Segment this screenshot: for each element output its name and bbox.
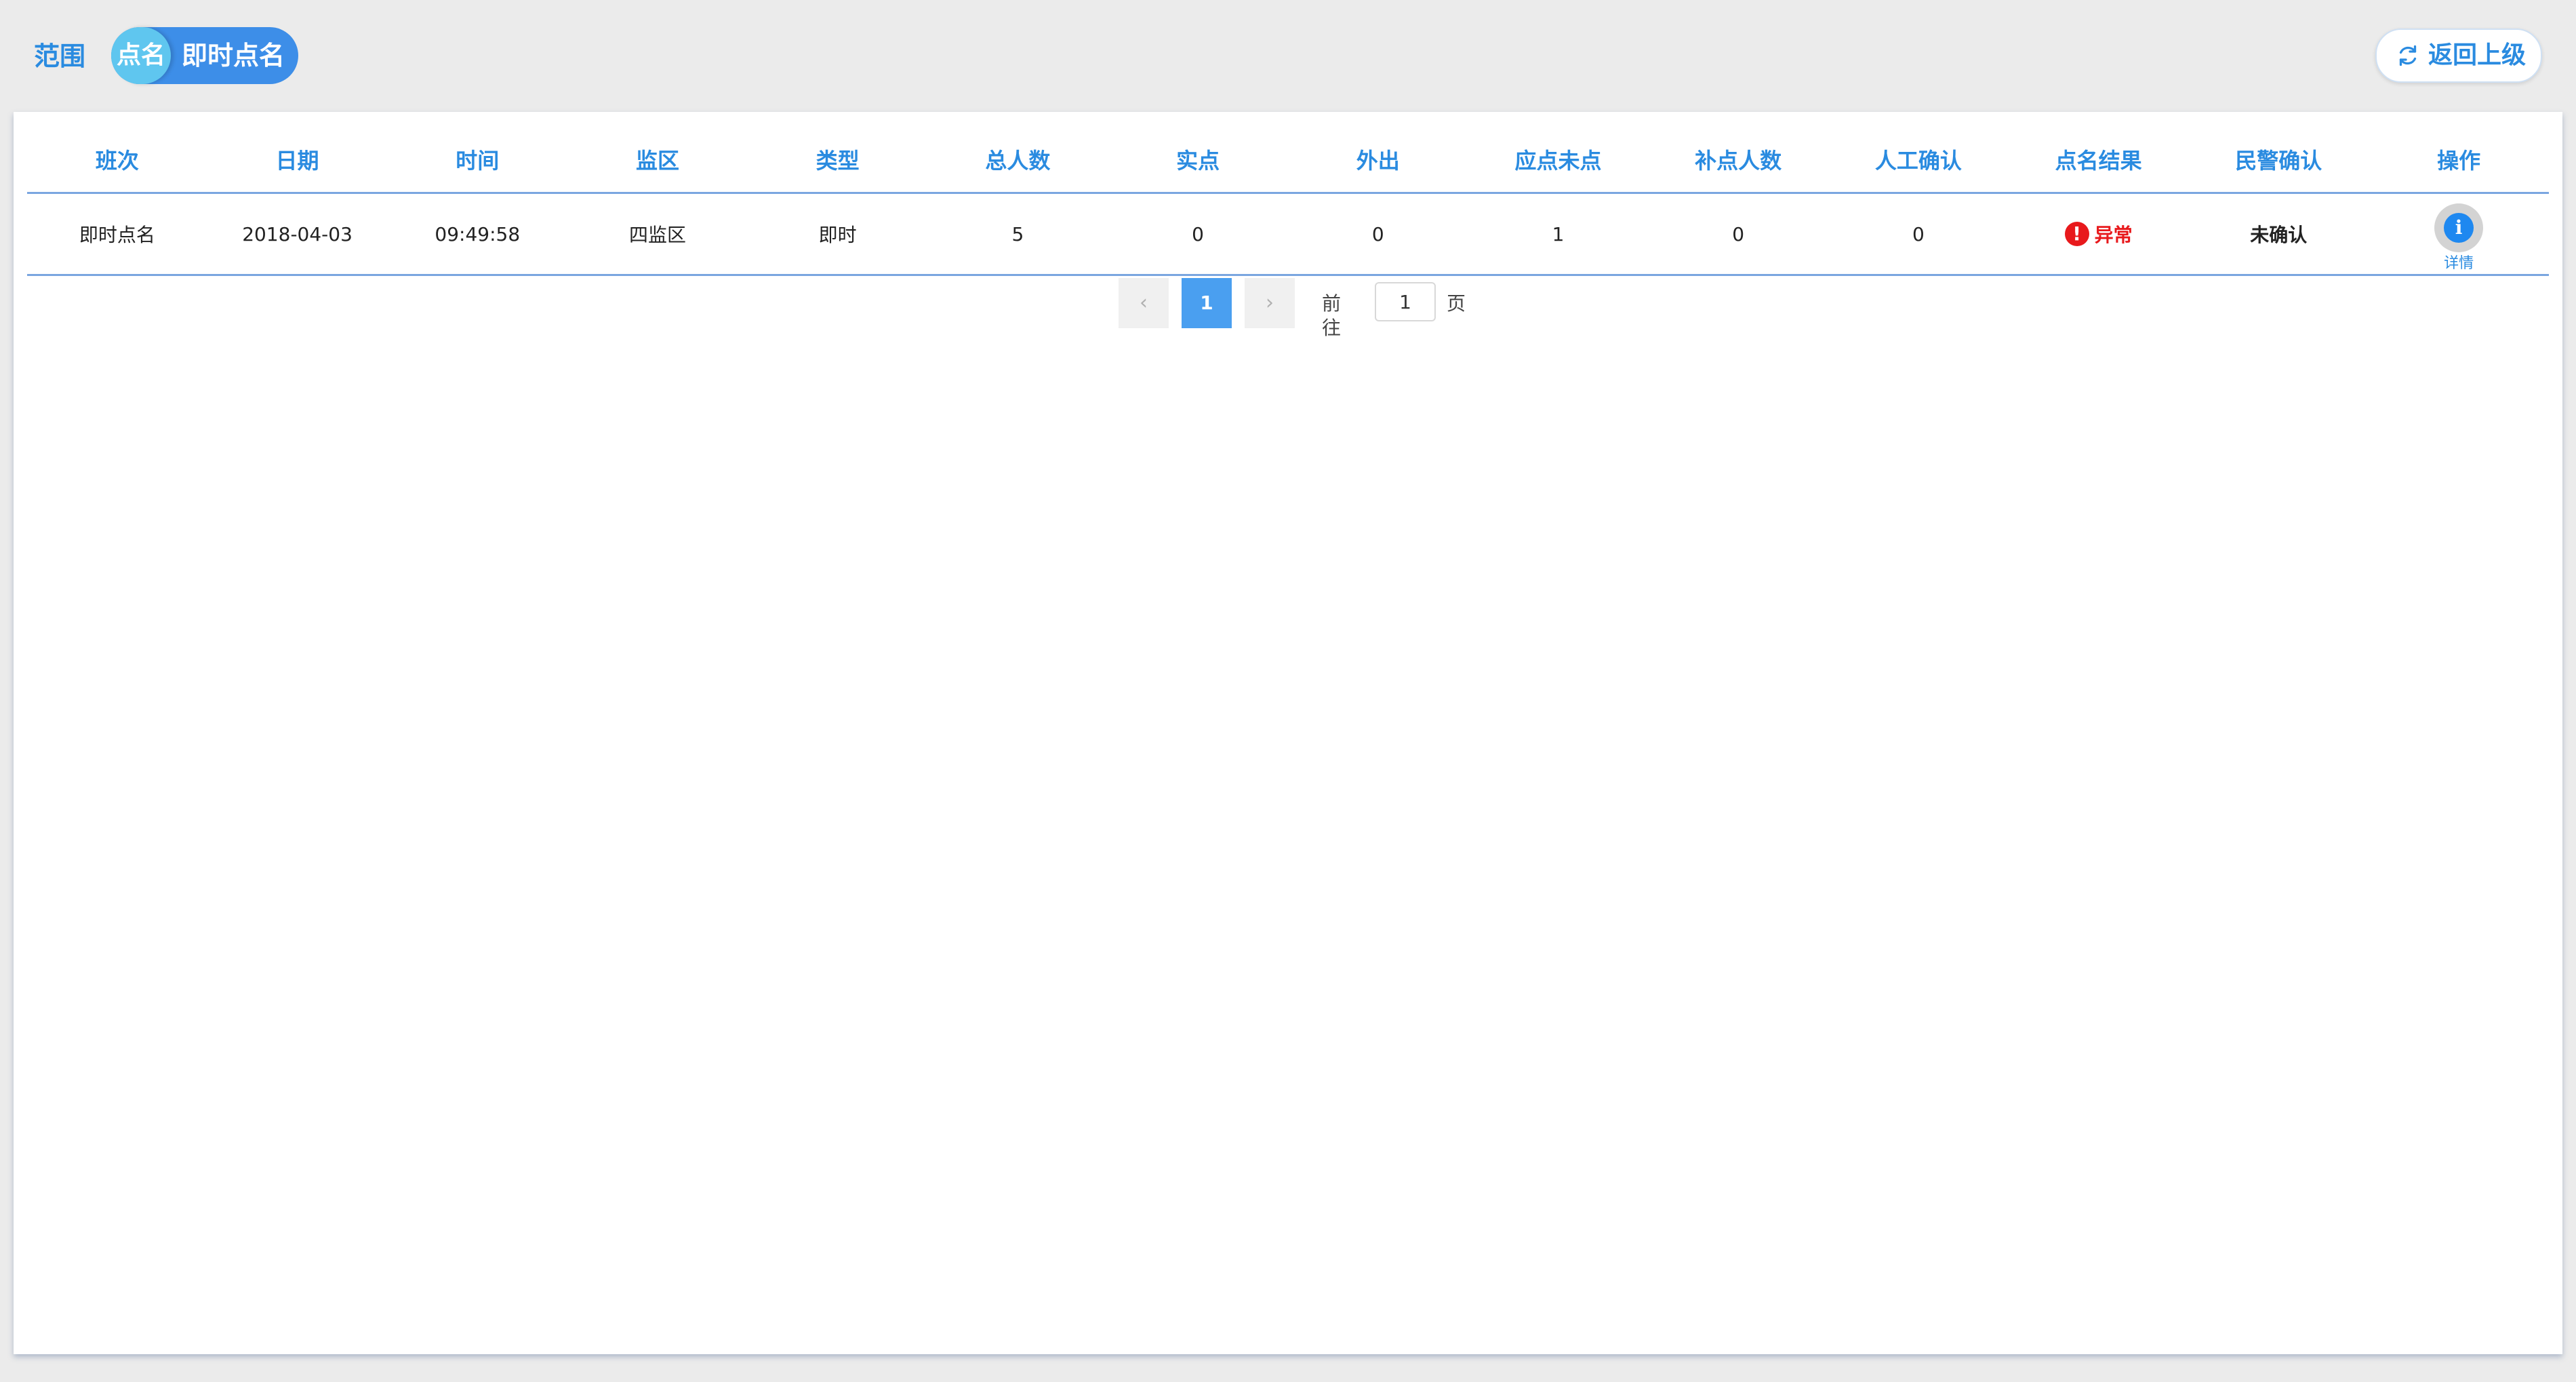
goto-page-input[interactable] <box>1375 282 1436 321</box>
table-row: 即时点名 2018-04-03 09:49:58 四监区 即时 5 0 0 1 … <box>27 193 2549 276</box>
cell-out: 0 <box>1287 193 1468 276</box>
cell-missing: 1 <box>1468 193 1649 276</box>
prev-page-button[interactable]: ‹ <box>1119 278 1169 328</box>
chevron-left-icon: ‹ <box>1140 291 1148 315</box>
column-header-date: 日期 <box>207 127 388 194</box>
detail-link[interactable]: 详情 <box>2369 251 2549 273</box>
cell-type: 即时 <box>747 193 928 276</box>
column-header-recheck: 补点人数 <box>1648 127 1829 194</box>
cell-result: ! 异常 <box>2008 193 2189 276</box>
breadcrumb-current: 即时点名 <box>182 41 285 71</box>
column-header-area: 监区 <box>567 127 748 194</box>
column-header-total: 总人数 <box>927 127 1108 194</box>
cell-time: 09:49:58 <box>387 193 568 276</box>
column-header-out: 外出 <box>1287 127 1468 194</box>
result-status-label: 异常 <box>2094 224 2133 246</box>
column-header-action: 操作 <box>2369 127 2549 194</box>
cell-manual: 0 <box>1828 193 2009 276</box>
column-header-police-confirm: 民警确认 <box>2188 127 2369 194</box>
top-bar: 范围 即时点名 点名 返回上级 <box>0 0 2576 111</box>
column-header-result: 点名结果 <box>2008 127 2189 194</box>
column-header-time: 时间 <box>387 127 568 194</box>
cell-recheck: 0 <box>1648 193 1829 276</box>
detail-button[interactable]: i <box>2434 203 2484 252</box>
info-icon: i <box>2444 213 2474 243</box>
cell-police-confirm: 未确认 <box>2188 193 2369 276</box>
cell-total: 5 <box>927 193 1108 276</box>
content-panel: 班次 日期 时间 监区 类型 总人数 实点 外出 应点未点 补点人数 人工确认 … <box>14 112 2562 1354</box>
cell-date: 2018-04-03 <box>207 193 388 276</box>
breadcrumb-parent[interactable]: 点名 <box>111 27 171 84</box>
table-header-row: 班次 日期 时间 监区 类型 总人数 实点 外出 应点未点 补点人数 人工确认 … <box>27 127 2549 194</box>
cell-area: 四监区 <box>567 193 748 276</box>
cell-action: i 详情 <box>2369 193 2549 276</box>
chevron-right-icon: › <box>1266 291 1274 315</box>
rollcall-table: 班次 日期 时间 监区 类型 总人数 实点 外出 应点未点 补点人数 人工确认 … <box>27 127 2549 276</box>
back-button[interactable]: 返回上级 <box>2375 28 2542 83</box>
cell-shift: 即时点名 <box>27 193 207 276</box>
goto-suffix: 页 <box>1447 292 1466 315</box>
refresh-icon <box>2399 45 2417 66</box>
column-header-missing: 应点未点 <box>1468 127 1649 194</box>
action-container: i 详情 <box>2369 194 2549 274</box>
column-header-manual: 人工确认 <box>1828 127 2009 194</box>
result-status: ! 异常 <box>2064 220 2133 248</box>
column-header-shift: 班次 <box>27 127 207 194</box>
cell-present: 0 <box>1108 193 1288 276</box>
page-number-current[interactable]: 1 <box>1182 278 1232 328</box>
alert-icon: ! <box>2064 222 2089 246</box>
column-header-type: 类型 <box>747 127 928 194</box>
breadcrumb-parent-label: 点名 <box>116 41 165 69</box>
next-page-button[interactable]: › <box>1245 278 1295 328</box>
goto-prefix: 前往 <box>1322 292 1342 339</box>
back-button-label: 返回上级 <box>2428 41 2527 69</box>
breadcrumb-scope[interactable]: 范围 <box>34 39 85 73</box>
column-header-present: 实点 <box>1108 127 1288 194</box>
